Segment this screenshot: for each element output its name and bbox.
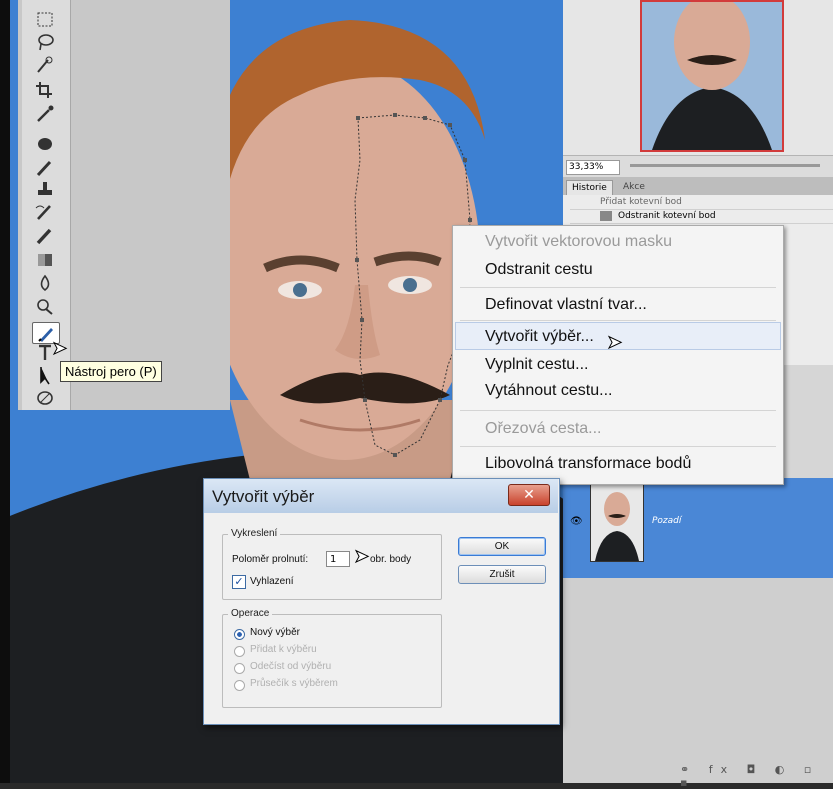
menu-separator [460,320,776,321]
brush-icon[interactable] [32,158,58,178]
history-row-label: Odstranit kotevní bod [618,211,716,221]
menu-item-make-selection[interactable]: Vytvořit výběr... [485,328,594,346]
menu-item-clipping-path[interactable]: Ořezová cesta... [485,420,602,438]
gradient-icon[interactable] [32,250,58,270]
crop-icon[interactable] [32,80,58,100]
antialias-checkbox[interactable]: ✓ [232,575,246,589]
layer-actions-bar[interactable]: ⚭ fx ◘ ◐ ▫ ▪ [680,763,833,789]
menu-item-free-transform-points[interactable]: Libovolná transformace bodů [485,455,691,473]
path-select-icon[interactable] [32,365,58,385]
zoom-slider[interactable] [630,164,820,167]
dialog-title: Vytvořit výběr [212,487,315,506]
history-row[interactable]: Přidat kotevní bod [570,195,833,210]
menu-separator [460,446,776,447]
mouse-cursor-icon: ➤ [353,546,370,568]
tab-history[interactable]: Historie [566,180,613,195]
eyedropper-icon[interactable] [32,104,58,124]
radius-unit-label: obr. body [370,554,412,565]
tab-actions[interactable]: Akce [618,180,650,194]
menu-item-stroke-path[interactable]: Vytáhnout cestu... [485,382,612,400]
healing-icon[interactable] [32,134,58,154]
history-state-icon [600,210,612,221]
pen-tool-tooltip: Nástroj pero (P) [60,361,162,382]
close-icon[interactable]: ✕ [508,484,550,506]
radio-subtract-selection-label: Odečíst od výběru [250,661,332,672]
radio-subtract-selection[interactable] [234,663,245,674]
layer-name: Pozadí [652,516,682,526]
history-row-label: Přidat kotevní bod [600,197,682,207]
zoom-field[interactable]: 33,33% [566,160,620,175]
clone-stamp-icon[interactable] [32,180,58,200]
blur-icon[interactable] [32,273,58,293]
dodge-icon[interactable] [32,296,58,316]
radius-label: Poloměr prolnutí: [232,554,309,565]
feather-radius-input[interactable]: 1 [326,551,350,567]
ok-button[interactable]: OK [458,537,546,556]
layer-thumbnail [590,482,644,562]
render-group-label: Vykreslení [228,528,281,539]
mouse-cursor-icon: ➤ [606,332,623,354]
menu-separator [460,410,776,411]
menu-item-vector-mask[interactable]: Vytvořit vektorovou masku [485,233,672,251]
left-border [0,0,10,783]
history-row[interactable]: Odstranit kotevní bod [570,209,833,224]
navigator-thumbnail[interactable] [640,0,784,152]
layers-empty-area [563,578,833,783]
cancel-button[interactable]: Zrušit [458,565,546,584]
menu-item-define-shape[interactable]: Definovat vlastní tvar... [485,296,647,314]
shape-icon[interactable] [32,388,58,408]
operation-group-label: Operace [228,608,273,619]
radio-add-selection[interactable] [234,646,245,657]
eye-icon[interactable]: 👁 [570,516,583,527]
marquee-icon[interactable] [32,10,58,30]
eraser-icon[interactable] [32,226,58,246]
radio-intersect-selection-label: Průsečík s výběrem [250,678,338,689]
menu-item-fill-path[interactable]: Vyplnit cestu... [485,356,588,374]
lasso-icon[interactable] [32,32,58,52]
radio-new-selection[interactable] [234,629,245,640]
radio-intersect-selection[interactable] [234,680,245,691]
history-brush-icon[interactable] [32,202,58,222]
menu-item-delete-path[interactable]: Odstranit cestu [485,261,593,279]
mouse-cursor-icon: ➤ [51,338,68,360]
antialias-label: Vyhlazení [250,576,294,587]
menu-separator [460,287,776,288]
quick-select-icon[interactable] [32,55,58,75]
radio-add-selection-label: Přidat k výběru [250,644,317,655]
radio-new-selection-label: Nový výběr [250,627,301,638]
